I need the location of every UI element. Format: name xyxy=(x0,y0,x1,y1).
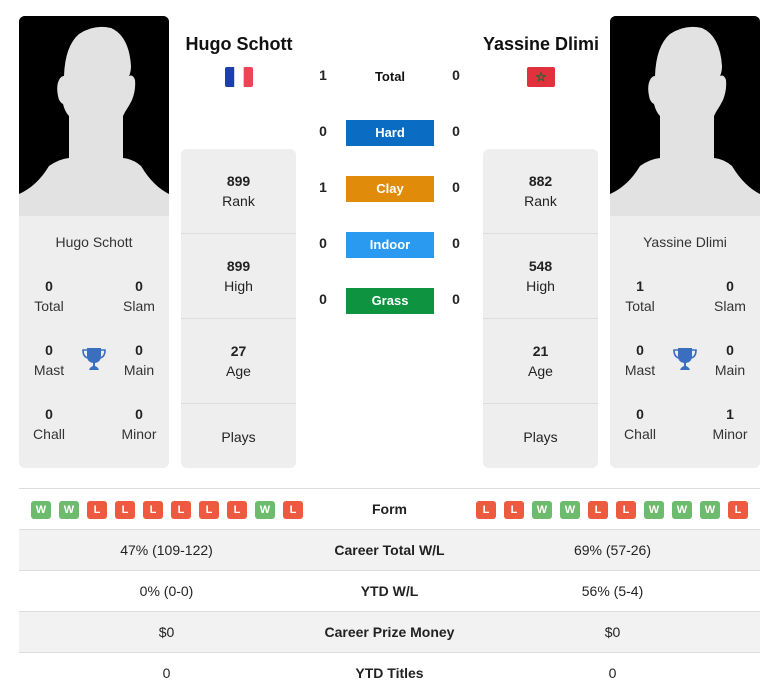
trophy-icon xyxy=(673,348,697,370)
form-badge[interactable]: L xyxy=(115,501,135,519)
form-badge[interactable]: L xyxy=(476,501,496,519)
player1-card-name: Hugo Schott xyxy=(55,234,133,250)
surface-hard-button[interactable]: Hard xyxy=(346,120,434,146)
player2-career-total-wl: 69% (57-26) xyxy=(573,542,652,558)
player1-rank: 899 Rank xyxy=(181,149,296,234)
h2h-total-label: Total xyxy=(374,69,406,84)
player2-mast-titles: 0 Mast xyxy=(624,342,656,378)
form-badge[interactable]: L xyxy=(283,501,303,519)
form-badge[interactable]: L xyxy=(504,501,524,519)
form-badge[interactable]: W xyxy=(255,501,275,519)
player1-ytd-titles: 0 xyxy=(162,665,171,681)
trophy-icon xyxy=(82,348,106,370)
form-badge[interactable]: L xyxy=(728,501,748,519)
player2-form: LLWWLLWWWL xyxy=(476,501,748,519)
player1-card: Hugo Schott 0 Total 0 Slam 0 Mast 0 Main… xyxy=(19,16,169,468)
player2-high: 548 High xyxy=(483,234,598,319)
player1-plays: Plays xyxy=(221,429,256,445)
player1-name-link[interactable]: Hugo Schott xyxy=(159,34,319,55)
player1-form: WWLLLLLLWL xyxy=(31,501,303,519)
form-row: WWLLLLLLWL Form LLWWLLWWWL xyxy=(19,488,760,529)
player1-photo[interactable] xyxy=(19,16,169,216)
h2h-clay-p2: 0 xyxy=(452,179,460,195)
form-badge[interactable]: L xyxy=(588,501,608,519)
player2-ytd-wl: 56% (5-4) xyxy=(581,583,644,599)
form-badge[interactable]: L xyxy=(616,501,636,519)
player2-career-prize: $0 xyxy=(604,624,621,640)
form-badge[interactable]: W xyxy=(532,501,552,519)
form-badge[interactable]: L xyxy=(171,501,191,519)
player2-slam-titles: 0 Slam xyxy=(714,278,746,314)
form-badge[interactable]: L xyxy=(227,501,247,519)
player1-high: 899 High xyxy=(181,234,296,319)
ytd-titles-row: 0 YTD Titles 0 xyxy=(19,652,760,693)
player2-card-name: Yassine Dlimi xyxy=(643,234,727,250)
form-badge[interactable]: W xyxy=(59,501,79,519)
player2-total-titles: 1 Total xyxy=(625,278,655,314)
player2-main-titles: 0 Main xyxy=(714,342,746,378)
player2-age: 21 Age xyxy=(483,319,598,404)
player1-career-prize: $0 xyxy=(158,624,175,640)
form-badge[interactable]: L xyxy=(143,501,163,519)
player2-rank-column: 882 Rank 548 High 21 Age Plays xyxy=(483,149,598,468)
surface-indoor-button[interactable]: Indoor xyxy=(346,232,434,258)
player2-photo[interactable] xyxy=(610,16,760,216)
career-prize-row: $0 Career Prize Money $0 xyxy=(19,611,760,652)
h2h-grass-p2: 0 xyxy=(452,291,460,307)
player2-plays: Plays xyxy=(523,429,558,445)
form-label: Form xyxy=(372,501,407,517)
form-badge[interactable]: W xyxy=(700,501,720,519)
morocco-flag-icon xyxy=(527,67,555,87)
avatar-silhouette-icon xyxy=(19,16,169,216)
h2h-indoor-p1: 0 xyxy=(319,235,327,251)
career-total-wl-label: Career Total W/L xyxy=(334,542,445,558)
player2-minor-titles: 1 Minor xyxy=(712,406,748,442)
player1-rank-column: 899 Rank 899 High 27 Age Plays xyxy=(181,149,296,468)
h2h-total-p2: 0 xyxy=(452,67,460,83)
surface-clay-button[interactable]: Clay xyxy=(346,176,434,202)
career-prize-label: Career Prize Money xyxy=(324,624,455,640)
player2-chall-titles: 0 Chall xyxy=(624,406,656,442)
h2h-indoor-p2: 0 xyxy=(452,235,460,251)
player1-chall-titles: 0 Chall xyxy=(33,406,65,442)
ytd-titles-label: YTD Titles xyxy=(355,665,424,681)
player1-ytd-wl: 0% (0-0) xyxy=(139,583,194,599)
player1-mast-titles: 0 Mast xyxy=(33,342,65,378)
surface-grass-button[interactable]: Grass xyxy=(346,288,434,314)
player1-total-titles: 0 Total xyxy=(34,278,64,314)
player2-ytd-titles: 0 xyxy=(608,665,617,681)
player2-rank: 882 Rank xyxy=(483,149,598,234)
ytd-wl-row: 0% (0-0) YTD W/L 56% (5-4) xyxy=(19,570,760,611)
h2h-hard-p1: 0 xyxy=(319,123,327,139)
player1-minor-titles: 0 Minor xyxy=(121,406,157,442)
h2h-clay-p1: 1 xyxy=(319,179,327,195)
form-badge[interactable]: L xyxy=(199,501,219,519)
h2h-total-p1: 1 xyxy=(319,67,327,83)
form-badge[interactable]: L xyxy=(87,501,107,519)
player1-age: 27 Age xyxy=(181,319,296,404)
france-flag-icon xyxy=(225,67,253,87)
comparison-table: WWLLLLLLWL Form LLWWLLWWWL 47% (109-122)… xyxy=(19,488,760,693)
form-badge[interactable]: W xyxy=(560,501,580,519)
form-badge[interactable]: W xyxy=(672,501,692,519)
avatar-silhouette-icon xyxy=(610,16,760,216)
h2h-hard-p2: 0 xyxy=(452,123,460,139)
player1-slam-titles: 0 Slam xyxy=(123,278,155,314)
form-badge[interactable]: W xyxy=(31,501,51,519)
ytd-wl-label: YTD W/L xyxy=(360,583,419,599)
player1-career-total-wl: 47% (109-122) xyxy=(120,542,213,558)
player2-card: Yassine Dlimi 1 Total 0 Slam 0 Mast 0 Ma… xyxy=(610,16,760,468)
player1-main-titles: 0 Main xyxy=(123,342,155,378)
form-badge[interactable]: W xyxy=(644,501,664,519)
player2-name-link[interactable]: Yassine Dlimi xyxy=(461,34,621,55)
h2h-grass-p1: 0 xyxy=(319,291,327,307)
career-total-wl-row: 47% (109-122) Career Total W/L 69% (57-2… xyxy=(19,529,760,570)
